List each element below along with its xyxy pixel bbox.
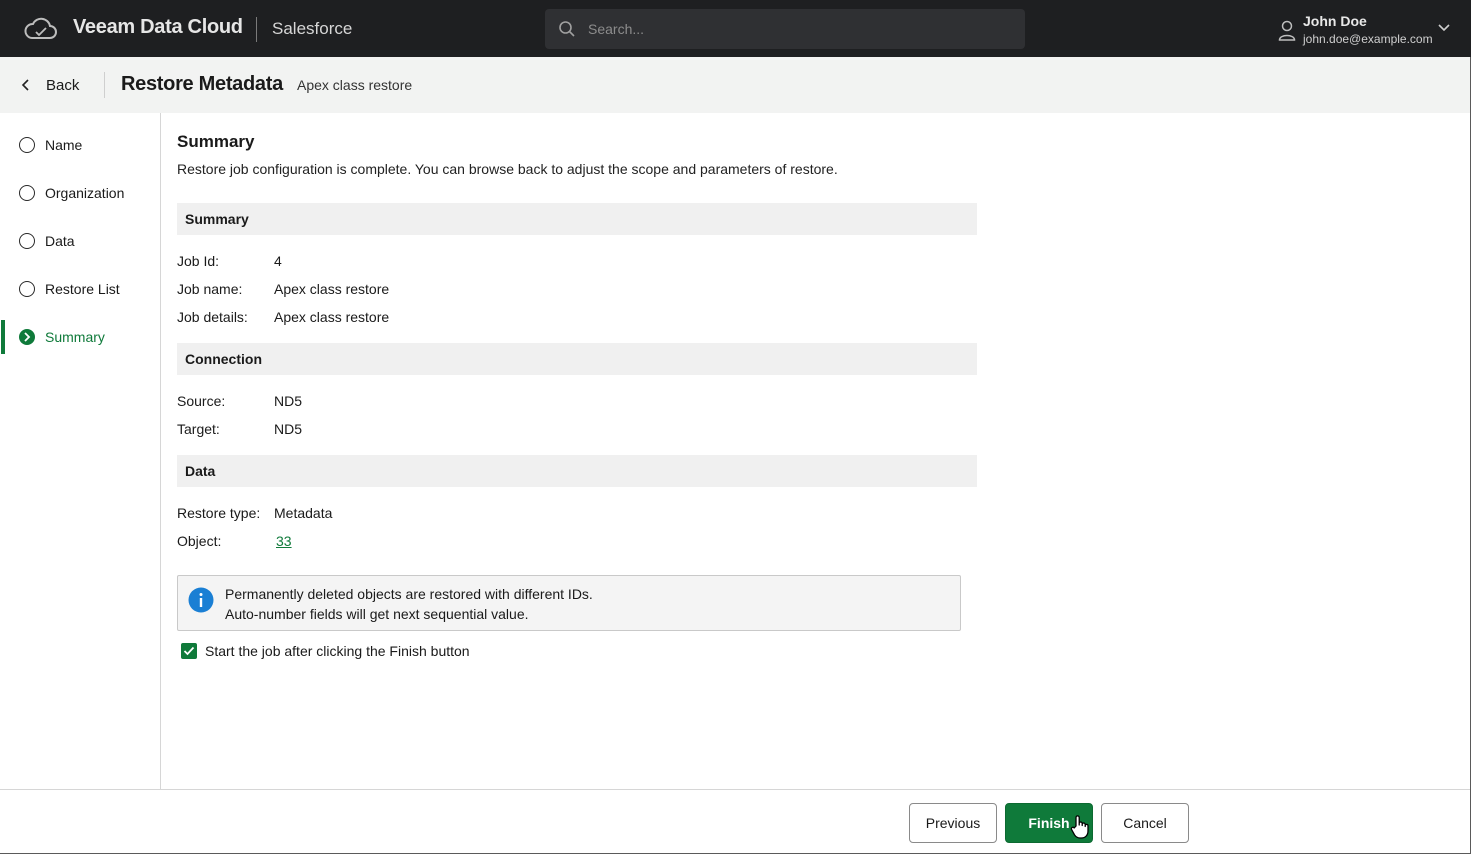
page-title: Restore Metadata [121,73,283,95]
job-details-label: Job details: [177,309,248,325]
search-icon [559,21,575,37]
start-job-label[interactable]: Start the job after clicking the Finish … [205,643,470,659]
step-organization[interactable]: Organization [0,176,160,210]
info-icon [188,587,214,613]
chevron-down-icon[interactable] [1437,23,1451,33]
user-email[interactable]: john.doe@example.com [1303,32,1433,46]
top-bar: Veeam Data Cloud Salesforce John Doe joh… [0,0,1471,57]
page-header: Back Restore Metadata Apex class restore [0,57,1470,113]
step-restore-list[interactable]: Restore List [0,272,160,306]
search-input[interactable] [588,9,1008,49]
content-description: Restore job configuration is complete. Y… [177,161,838,177]
restore-type-label: Restore type: [177,505,261,521]
job-id-label: Job Id: [177,253,220,269]
source-value: ND5 [274,393,303,409]
brand-divider [256,17,257,42]
step-label: Name [45,137,83,153]
job-name-label: Job name: [177,281,243,297]
section-connection: Connection [177,343,977,375]
section-data: Data [177,455,977,487]
product-name: Salesforce [272,19,353,38]
checkmark-icon [183,646,195,656]
step-radio-icon [19,233,35,249]
step-current-icon [19,329,35,345]
info-notice: Permanently deleted objects are restored… [177,575,961,631]
target-value: ND5 [274,421,303,437]
object-label: Object: [177,533,222,549]
section-title: Connection [185,351,262,367]
source-label: Source: [177,393,226,409]
info-text-line2: Auto-number fields will get next sequent… [225,606,529,622]
cloud-logo-icon [24,17,57,39]
brand-name: Veeam Data Cloud [73,16,243,38]
back-button[interactable]: Back [18,71,79,99]
chevron-left-icon [21,79,29,91]
job-details-value: Apex class restore [274,309,390,325]
page-subtitle: Apex class restore [297,77,413,93]
section-summary: Summary [177,203,977,235]
hand-cursor-icon [1070,815,1089,839]
section-title: Summary [185,211,249,227]
step-data[interactable]: Data [0,224,160,258]
search-box[interactable] [545,9,1025,49]
step-label: Restore List [45,281,120,297]
step-radio-icon [19,137,35,153]
previous-button[interactable]: Previous [909,803,997,843]
object-count-link[interactable]: 33 [276,533,292,549]
step-label: Organization [45,185,125,201]
cancel-button[interactable]: Cancel [1101,803,1189,843]
step-radio-icon [19,281,35,297]
restore-type-value: Metadata [274,505,333,521]
step-label: Data [45,233,75,249]
step-label: Summary [45,329,105,345]
job-id-value: 4 [274,253,282,269]
active-step-indicator [1,320,5,354]
step-name[interactable]: Name [0,128,160,162]
header-divider [104,72,105,98]
wizard-footer: Previous Finish Cancel [0,789,1470,853]
start-job-checkbox[interactable] [181,643,197,659]
user-icon[interactable] [1278,19,1296,41]
back-label: Back [46,76,80,94]
wizard-steps: Name Organization Data Restore List Summ… [0,113,161,790]
info-text-line1: Permanently deleted objects are restored… [225,586,593,602]
content-heading: Summary [177,132,255,151]
step-summary[interactable]: Summary [0,320,160,354]
job-name-value: Apex class restore [274,281,390,297]
section-title: Data [185,463,216,479]
user-name[interactable]: John Doe [1303,13,1367,29]
target-label: Target: [177,421,220,437]
step-radio-icon [19,185,35,201]
